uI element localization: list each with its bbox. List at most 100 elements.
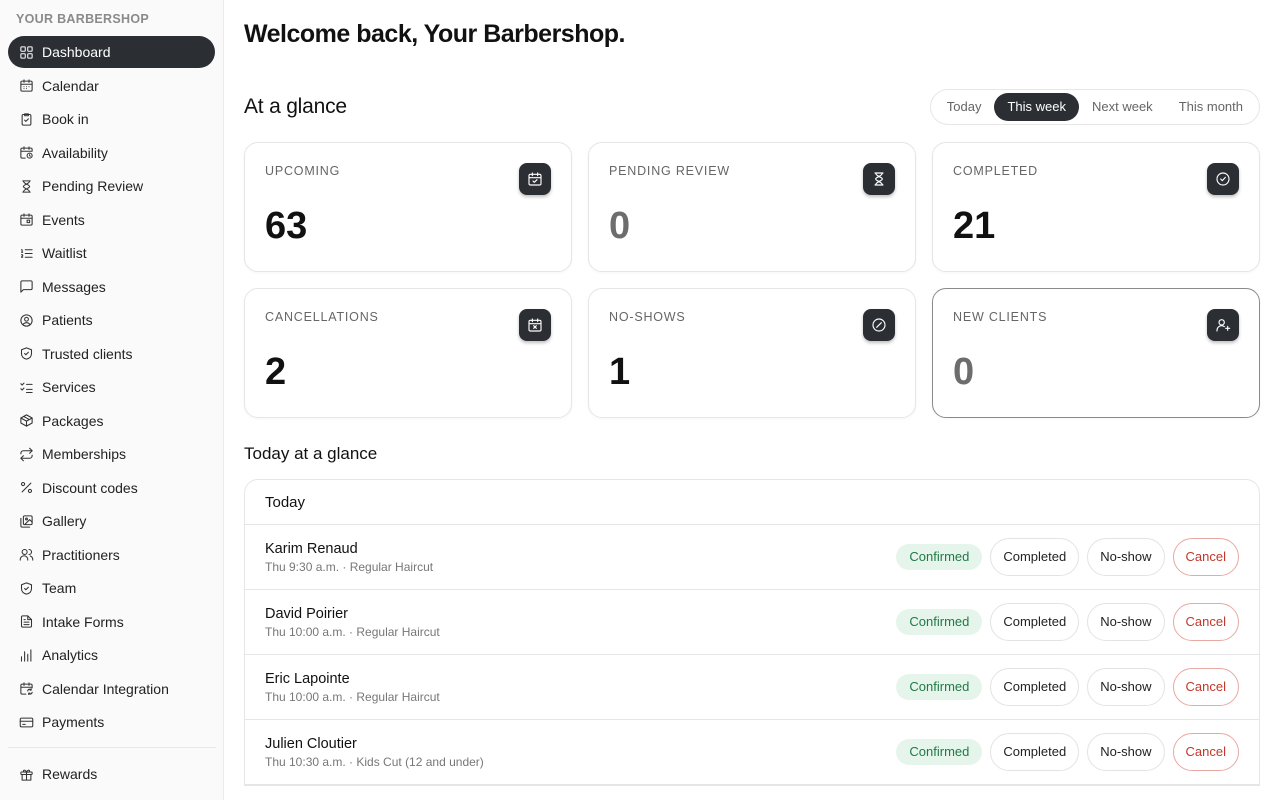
- sidebar-item-rewards[interactable]: Rewards: [8, 758, 215, 790]
- mark-no-show-button[interactable]: No-show: [1087, 668, 1165, 706]
- status-badge: Confirmed: [896, 544, 983, 570]
- mark-no-show-button[interactable]: No-show: [1087, 603, 1165, 641]
- sidebar-item-gallery[interactable]: Gallery: [8, 505, 215, 537]
- status-badge: Confirmed: [896, 674, 983, 700]
- file-text-icon: [18, 614, 34, 630]
- sidebar-item-memberships[interactable]: Memberships: [8, 438, 215, 470]
- sidebar-item-messages[interactable]: Messages: [8, 271, 215, 303]
- sidebar-item-label: Pending Review: [42, 178, 144, 194]
- appointment-detail: Thu 10:00 a.m. · Regular Haircut: [265, 624, 440, 639]
- range-today[interactable]: Today: [934, 93, 995, 121]
- sidebar-item-availability[interactable]: Availability: [8, 137, 215, 169]
- sidebar-item-waitlist[interactable]: Waitlist: [8, 237, 215, 269]
- sidebar-item-payments[interactable]: Payments: [8, 706, 215, 738]
- user-plus-icon: [1207, 309, 1239, 341]
- calendar-sync-icon: [18, 681, 34, 697]
- main-content: Welcome back, Your Barbershop. At a glan…: [224, 0, 1280, 800]
- range-next-week[interactable]: Next week: [1079, 93, 1166, 121]
- mark-completed-button[interactable]: Completed: [990, 733, 1080, 771]
- sidebar-item-trusted-clients[interactable]: Trusted clients: [8, 338, 215, 370]
- sidebar-item-label: Calendar: [42, 77, 99, 94]
- user-circle-icon: [18, 312, 34, 328]
- mark-completed-button[interactable]: Completed: [990, 538, 1080, 576]
- list-ordered-icon: [18, 245, 34, 261]
- sidebar-item-label: Events: [42, 211, 85, 228]
- today-panel-header: Today: [245, 480, 1259, 525]
- mark-completed-button[interactable]: Completed: [990, 603, 1080, 641]
- stat-card-upcoming[interactable]: UPCOMING 63: [244, 142, 572, 272]
- app-root: YOUR BARBERSHOP Dashboard Calendar Book in…: [0, 0, 1280, 800]
- appointment-detail: Thu 9:30 a.m. · Regular Haircut: [265, 559, 434, 574]
- mark-no-show-button[interactable]: No-show: [1087, 733, 1165, 771]
- sidebar-item-discount-codes[interactable]: Discount codes: [8, 472, 215, 504]
- appointment-client-name: Karim Renaud: [265, 540, 358, 557]
- sidebar-item-patients[interactable]: Patients: [8, 304, 215, 336]
- appointment-actions: Confirmed Completed No-show Cancel: [896, 668, 1239, 706]
- sidebar-item-book-in[interactable]: Book in: [8, 103, 215, 135]
- sidebar-item-intake-forms[interactable]: Intake Forms: [8, 606, 215, 638]
- sidebar-item-packages[interactable]: Packages: [8, 405, 215, 437]
- calendar-check-icon: [519, 163, 551, 195]
- sidebar-item-label: Analytics: [42, 647, 99, 663]
- sidebar-item-calendar[interactable]: Calendar: [8, 70, 215, 102]
- range-this-month[interactable]: This month: [1166, 93, 1256, 121]
- cancel-appointment-button[interactable]: Cancel: [1172, 668, 1239, 706]
- status-badge: Confirmed: [896, 609, 983, 635]
- sidebar-item-team[interactable]: Team: [8, 572, 215, 604]
- package-icon: [18, 413, 34, 429]
- appointment-client-name: Julien Cloutier: [265, 735, 357, 752]
- clipboard-icon: [18, 111, 34, 127]
- stat-card-label: COMPLETED: [953, 164, 1038, 178]
- sidebar-item-pending-review[interactable]: Pending Review: [8, 170, 215, 202]
- sidebar-item-events[interactable]: Events: [8, 204, 215, 236]
- stat-card-value: 0: [609, 205, 631, 247]
- range-selector: Today This week Next week This month: [929, 89, 1260, 125]
- sidebar-item-analytics[interactable]: Analytics: [8, 639, 215, 671]
- appointment-row: Karim Renaud Thu 9:30 a.m. · Regular Hair…: [245, 525, 1259, 590]
- stat-card-label: NO-SHOWS: [609, 310, 686, 324]
- stat-card-no-shows[interactable]: NO-SHOWS 1: [588, 288, 916, 418]
- sidebar-item-label: Packages: [42, 412, 104, 429]
- appointment-actions: Confirmed Completed No-show Cancel: [896, 603, 1239, 641]
- stat-card-pending-review[interactable]: PENDING REVIEW 0: [588, 142, 916, 272]
- appointment-client-name: Eric Lapointe: [265, 670, 350, 687]
- list-checks-icon: [18, 379, 34, 395]
- stat-card-label: PENDING REVIEW: [609, 164, 730, 178]
- range-this-week[interactable]: This week: [994, 93, 1079, 121]
- cancel-appointment-button[interactable]: Cancel: [1172, 603, 1239, 641]
- sidebar-item-label: Gallery: [42, 513, 87, 529]
- appointment-info: Eric Lapointe Thu 10:00 a.m. · Regular Ha…: [265, 671, 440, 704]
- gift-icon: [18, 766, 34, 782]
- calendar-icon: [18, 78, 34, 94]
- hourglass-icon: [863, 163, 895, 195]
- appointment-info: Julien Cloutier Thu 10:30 a.m. · Kids Cut…: [265, 736, 484, 769]
- cancel-appointment-button[interactable]: Cancel: [1172, 733, 1239, 771]
- sidebar-item-label: Services: [42, 379, 96, 395]
- bar-chart-icon: [18, 647, 34, 663]
- stat-card-label: CANCELLATIONS: [265, 310, 379, 324]
- mark-no-show-button[interactable]: No-show: [1087, 538, 1165, 576]
- appointment-detail: Thu 10:30 a.m. · Kids Cut (12 and under): [265, 754, 484, 769]
- repeat-icon: [18, 446, 34, 462]
- calendar-event-icon: [18, 212, 34, 228]
- sidebar-item-label: Waitlist: [42, 245, 87, 261]
- stat-card-label: UPCOMING: [265, 164, 341, 178]
- appointment-actions: Confirmed Completed No-show Cancel: [896, 733, 1239, 771]
- sidebar-item-calendar-integration[interactable]: Calendar Integration: [8, 673, 215, 705]
- today-title: Today at a glance: [244, 444, 378, 463]
- message-icon: [18, 279, 34, 295]
- stat-card-cancellations[interactable]: CANCELLATIONS 2: [244, 288, 572, 418]
- sidebar-item-label: Patients: [42, 312, 93, 328]
- sidebar-item-label: Discount codes: [42, 479, 138, 496]
- sidebar-item-practitioners[interactable]: Practitioners: [8, 539, 215, 571]
- stat-cards: UPCOMING 63 PENDING REVIEW 0 COMPLETED 21 CANC…: [244, 142, 1260, 418]
- sidebar-item-services[interactable]: Services: [8, 371, 215, 403]
- sidebar-item-dashboard[interactable]: Dashboard: [8, 36, 215, 68]
- cancel-appointment-button[interactable]: Cancel: [1172, 538, 1239, 576]
- mark-completed-button[interactable]: Completed: [990, 668, 1080, 706]
- users-icon: [18, 547, 34, 563]
- status-badge: Confirmed: [896, 739, 983, 765]
- stat-card-completed[interactable]: COMPLETED 21: [932, 142, 1260, 272]
- stat-card-value: 0: [953, 351, 975, 393]
- stat-card-new-clients[interactable]: NEW CLIENTS 0: [932, 288, 1260, 418]
